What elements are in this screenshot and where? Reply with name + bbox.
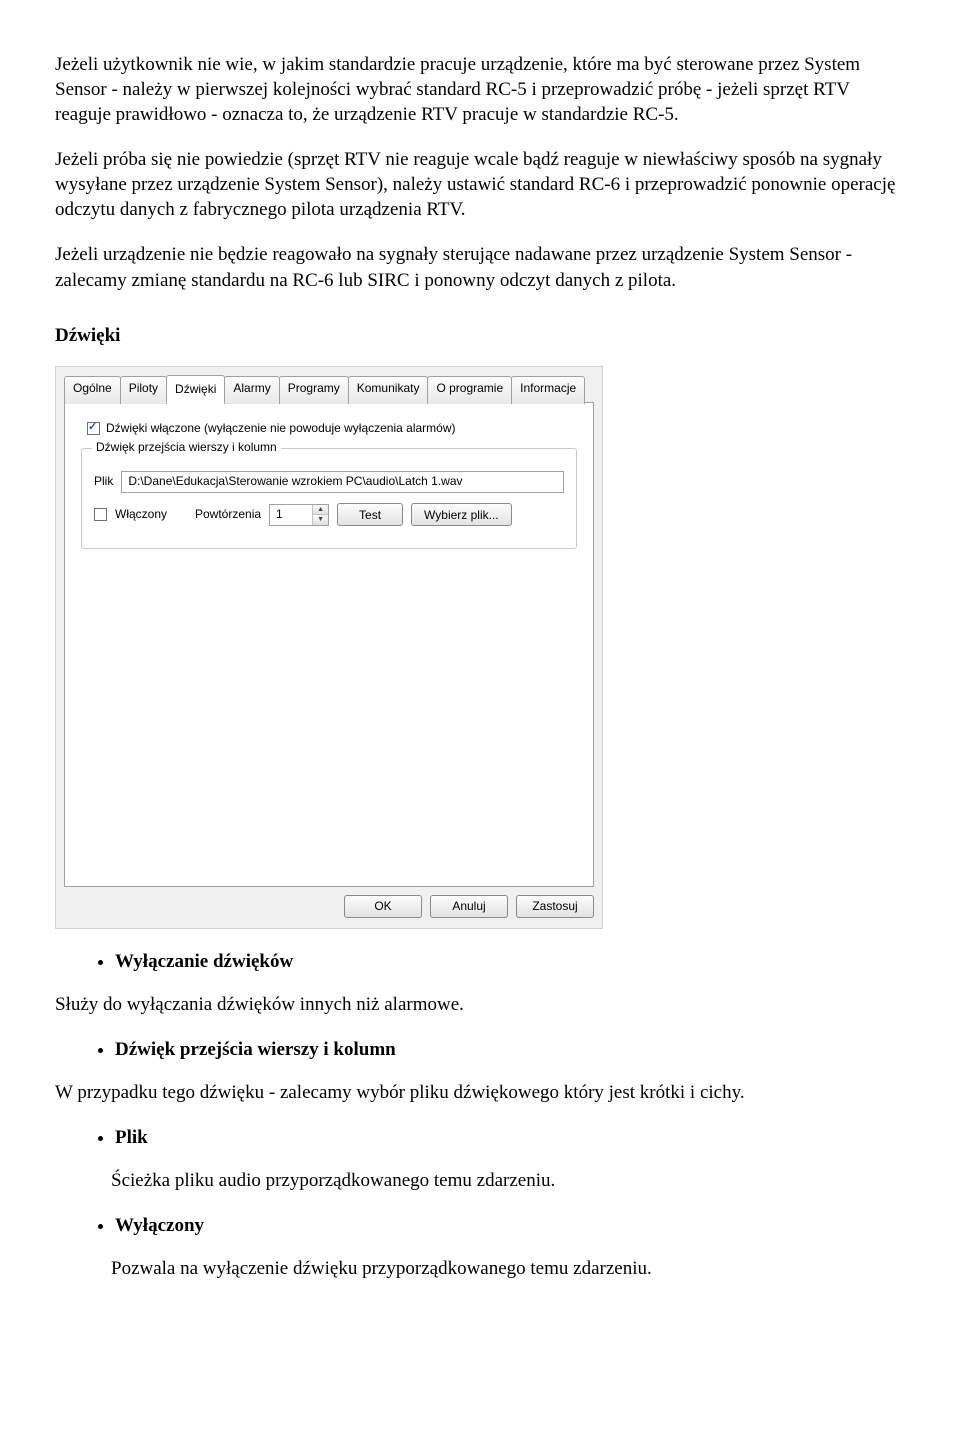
tab-o-programie[interactable]: O programie bbox=[427, 376, 512, 404]
list-item-description: W przypadku tego dźwięku - zalecamy wybó… bbox=[55, 1080, 905, 1105]
list-item-heading: Dźwięk przejścia wierszy i kolumn bbox=[115, 1039, 396, 1060]
repeat-spinner[interactable]: 1 ▲ ▼ bbox=[269, 504, 329, 526]
choose-file-button[interactable]: Wybierz plik... bbox=[411, 503, 512, 526]
section-heading-sounds: Dźwięki bbox=[55, 323, 905, 348]
tab-strip: Ogólne Piloty Dźwięki Alarmy Programy Ko… bbox=[64, 375, 594, 403]
list-item-heading: Wyłączony bbox=[115, 1215, 204, 1236]
tab-komunikaty[interactable]: Komunikaty bbox=[348, 376, 429, 404]
tab-informacje[interactable]: Informacje bbox=[511, 376, 585, 404]
groupbox-transition-sound: Dźwięk przejścia wierszy i kolumn Plik D… bbox=[81, 448, 577, 549]
list-item: Wyłączanie dźwięków bbox=[115, 949, 905, 974]
tab-programy[interactable]: Programy bbox=[279, 376, 349, 404]
sound-enabled-checkbox[interactable] bbox=[94, 508, 107, 521]
list-item-description: Pozwala na wyłączenie dźwięku przyporząd… bbox=[55, 1256, 905, 1281]
spin-up-icon[interactable]: ▲ bbox=[313, 505, 328, 516]
list-item-description: Ścieżka pliku audio przyporządkowanego t… bbox=[55, 1168, 905, 1193]
settings-dialog: Ogólne Piloty Dźwięki Alarmy Programy Ko… bbox=[55, 366, 603, 929]
paragraph-3: Jeżeli urządzenie nie będzie reagowało n… bbox=[55, 242, 905, 292]
groupbox-legend: Dźwięk przejścia wierszy i kolumn bbox=[92, 440, 281, 456]
file-label: Plik bbox=[94, 474, 113, 490]
cancel-button[interactable]: Anuluj bbox=[430, 895, 508, 918]
apply-button[interactable]: Zastosuj bbox=[516, 895, 594, 918]
repeat-label: Powtórzenia bbox=[195, 507, 261, 523]
tab-piloty[interactable]: Piloty bbox=[120, 376, 167, 404]
sounds-enabled-label: Dźwięki włączone (wyłączenie nie powoduj… bbox=[106, 421, 455, 437]
list-item-heading: Plik bbox=[115, 1127, 148, 1148]
spin-down-icon[interactable]: ▼ bbox=[313, 515, 328, 525]
tab-ogolne[interactable]: Ogólne bbox=[64, 376, 121, 404]
sound-enabled-label: Włączony bbox=[115, 507, 187, 523]
list-item: Wyłączony bbox=[115, 1213, 905, 1238]
tab-dzwieki[interactable]: Dźwięki bbox=[166, 375, 225, 403]
tab-alarmy[interactable]: Alarmy bbox=[224, 376, 279, 404]
test-button[interactable]: Test bbox=[337, 503, 403, 526]
sounds-enabled-checkbox[interactable] bbox=[87, 422, 100, 435]
list-item: Dźwięk przejścia wierszy i kolumn bbox=[115, 1037, 905, 1062]
list-item: Plik bbox=[115, 1125, 905, 1150]
repeat-value: 1 bbox=[270, 505, 312, 525]
list-item-description: Służy do wyłączania dźwięków innych niż … bbox=[55, 992, 905, 1017]
paragraph-2: Jeżeli próba się nie powiedzie (sprzęt R… bbox=[55, 147, 905, 222]
paragraph-1: Jeżeli użytkownik nie wie, w jakim stand… bbox=[55, 52, 905, 127]
ok-button[interactable]: OK bbox=[344, 895, 422, 918]
file-path-field[interactable]: D:\Dane\Edukacja\Sterowanie wzrokiem PC\… bbox=[121, 471, 564, 493]
tab-panel-dzwieki: Dźwięki włączone (wyłączenie nie powoduj… bbox=[64, 402, 594, 887]
list-item-heading: Wyłączanie dźwięków bbox=[115, 951, 293, 972]
